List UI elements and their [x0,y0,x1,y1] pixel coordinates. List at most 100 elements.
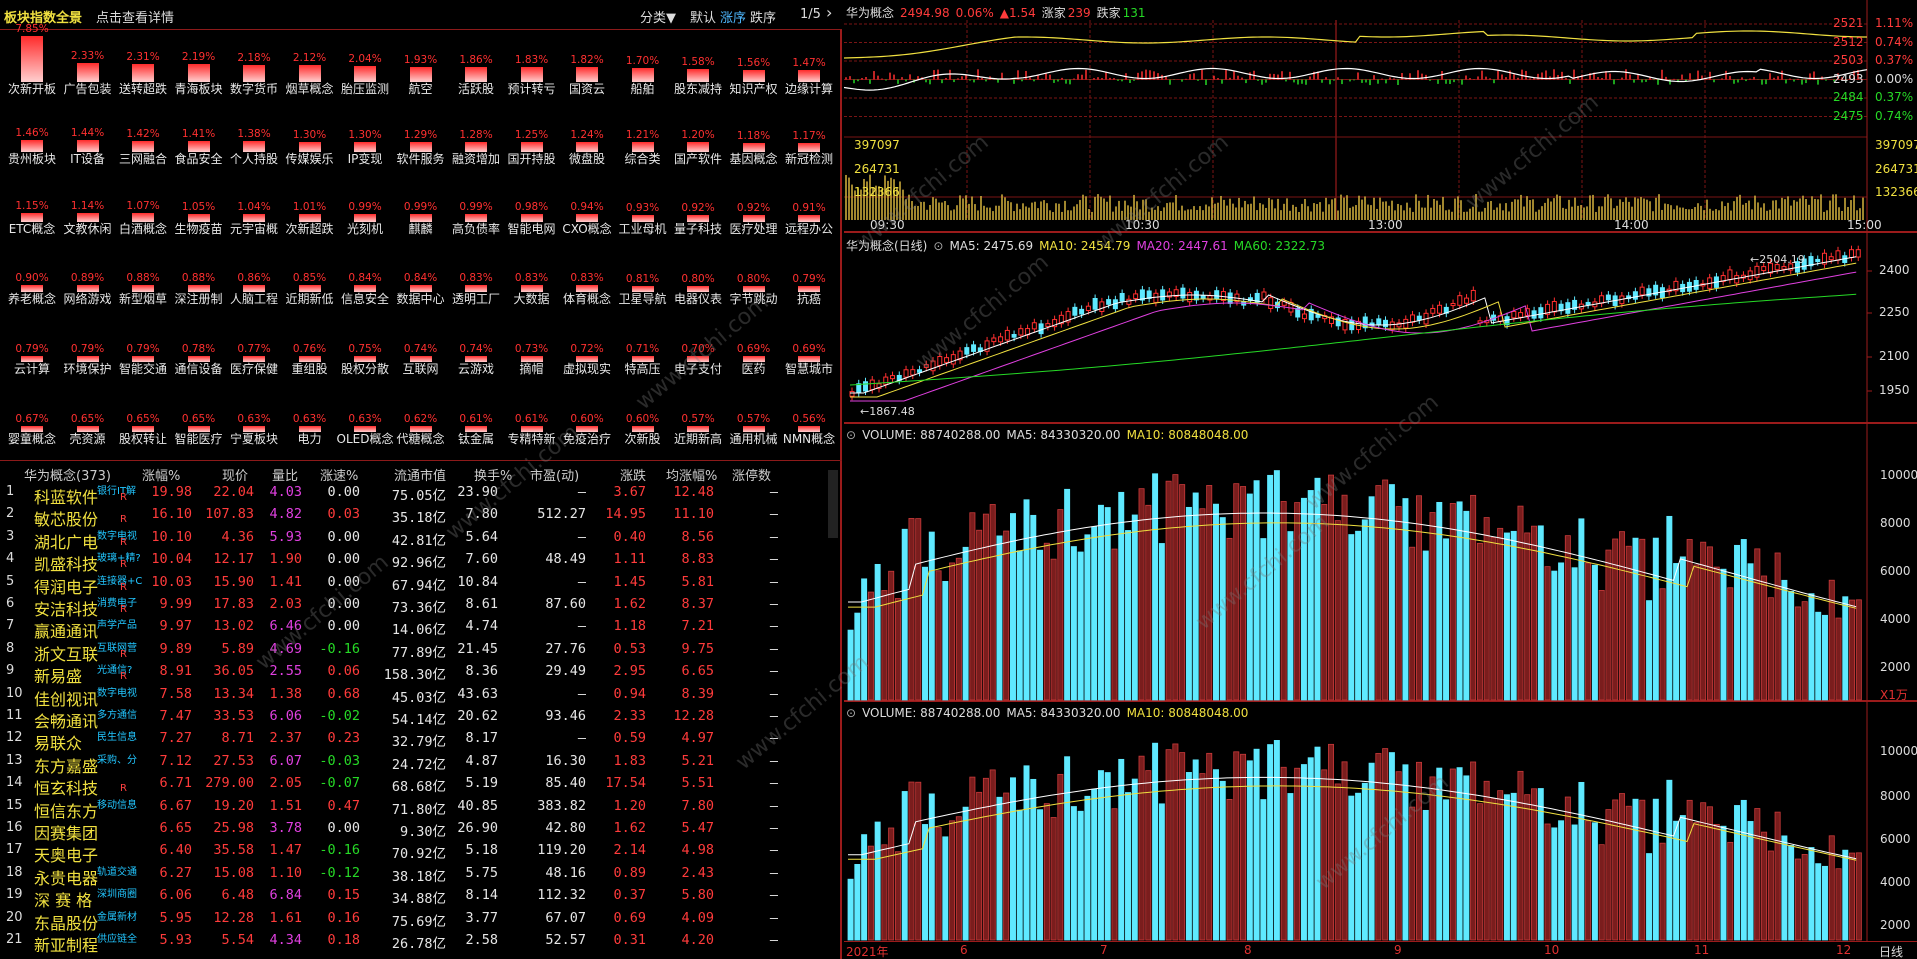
cell-limit: — [769,775,778,792]
cell-turn: 5.19 [465,775,498,792]
table-row[interactable]: 8 浙文互联 互联网营 R 9.89 5.89 4.69 -0.16 77.89亿 21.45 27… [0,639,842,664]
tile-name: 远程办公 [784,222,833,236]
table-row[interactable]: 11 会畅通讯 多方通信 7.47 33.53 6.06 -0.02 54.14亿 20.62 9… [0,706,842,731]
cell-speed: -0.12 [319,864,360,881]
tile-bar [520,285,543,292]
vol2-settings-icon[interactable]: ⊙ [846,706,856,720]
table-row[interactable]: 6 安洁科技 消费电子 R 9.99 17.83 2.03 0.00 73.36亿 8.61 87.… [0,594,842,619]
cell-diff: 0.94 [613,685,646,702]
cell-vr: 6.46 [269,618,302,635]
table-row[interactable]: 5 得润电子 连接器+C R 10.03 15.90 1.41 0.00 67.94亿 10.84… [0,572,842,597]
heatmap-tile[interactable]: 1.17% 新冠检测 [779,100,839,166]
table-row[interactable]: 14 恒玄科技 R 6.71 279.00 2.05 -0.07 68.68亿 5.19 85.4… [0,773,842,798]
row-index: 5 [6,573,15,589]
pct-tick: 0.74% [1875,108,1914,123]
kline-candle [1119,292,1125,302]
table-row[interactable]: 13 东方嘉盛 采购、分 7.12 27.53 6.07 -0.03 24.72亿 4.87 16… [0,751,842,776]
volume-bar [1179,484,1186,701]
volume-bar [1260,538,1267,701]
heatmap-tile[interactable]: 0.56% NMN概念 [779,380,839,446]
table-row[interactable]: 7 赢通通讯 声学产品 9.97 13.02 6.46 0.00 14.06亿 4.74—1.1… [0,616,842,641]
tile-pct: 0.88% [181,272,216,284]
cell-turn: 10.84 [457,573,498,590]
kline-candle [1828,256,1834,261]
sort-asc-button[interactable]: 涨序 [720,7,746,26]
volume-bar [976,529,983,701]
tile-pct: 0.94% [570,201,604,213]
tile-pct: 1.05% [181,201,216,213]
row-index: 16 [6,820,23,835]
kline-candle [1835,250,1841,261]
cell-speed: -0.03 [319,752,360,769]
table-row[interactable]: 4 凯盛科技 玻璃+精? R 10.04 12.17 1.90 0.00 92.96亿 7.60 4… [0,549,842,574]
volume-bar [1064,488,1071,701]
table-row[interactable]: 17 天奥电子 6.40 35.58 1.47 -0.16 70.92亿 5.18 119.20… [0,840,842,865]
table-row[interactable]: 15 恒信东方 移动信息 6.67 19.20 1.51 0.47 71.80亿 40.85 38… [0,796,842,821]
cell-speed: 0.68 [327,685,360,702]
volume-chart-1[interactable] [844,424,1917,702]
next-page-icon[interactable]: › [826,3,832,22]
kline-candle [1761,266,1767,272]
cell-mcap: 45.03亿 [391,689,446,706]
cell-price: 33.53 [213,708,254,724]
table-row[interactable]: 2 敏芯股份 R 16.10 107.83 4.82 0.03 35.18亿 7.80 512.2… [0,504,842,529]
cell-pe: 93.46 [545,708,586,724]
table-row[interactable]: 3 湖北广电 数字电视 R 10.10 4.36 5.93 0.00 42.81亿 5.64—0.… [0,527,842,552]
kline-candle [1227,292,1233,304]
tile-bar [687,215,709,222]
cell-vr: 4.82 [269,506,302,523]
tile-bar [76,63,99,82]
category-dropdown[interactable]: 分类▼ [640,7,676,26]
volume-bar [874,563,881,701]
volume-bar [1476,803,1483,941]
stock-tag: 金属新材 [97,911,137,923]
intraday-chart[interactable] [844,0,1917,233]
volume-bar [894,851,901,941]
tile-bar [76,140,99,152]
stock-tag: 数字电视 [97,687,137,699]
tile-bar [21,36,43,82]
table-row[interactable]: 1 科蓝软件 银行IT解 R 19.98 22.04 4.03 0.00 75.05亿 23.90… [0,482,842,507]
heatmap-tile[interactable]: 1.47% 边缘计算 [779,30,839,96]
settings-icon[interactable]: ⊙ [933,239,943,253]
kline-candle [1268,297,1274,309]
table-row[interactable]: 10 佳创视讯 数字电视 7.58 13.34 1.38 0.68 45.03亿 43.63—0… [0,684,842,709]
table-row[interactable]: 19 深 赛 格深圳商圈 6.06 6.48 6.84 0.15 34.88亿 8.14 112… [0,885,842,910]
heatmap-tile[interactable]: 0.91% 远程办公 [779,170,839,236]
tile-pct: 0.60% [625,413,660,425]
volume-chart-2[interactable] [844,702,1917,942]
cell-vr: 2.37 [269,730,302,747]
kline-candle [1045,323,1051,327]
cell-pe: 52.57 [545,932,586,948]
table-row[interactable]: 16 因赛集团 6.65 25.98 3.78 0.00 9.30亿 26.90 42.80 1.… [0,818,842,843]
table-row[interactable]: 21 新亚制程 供应链全 5.93 5.54 4.34 0.18 26.78亿 2.58 52.5… [0,930,842,955]
table-row[interactable]: 9 新易盛 光通信? R 8.91 36.05 2.55 0.06 158.30亿 8.36 29.… [0,661,842,686]
tile-pct: 0.90% [15,272,49,284]
cell-chg: 7.27 [159,730,192,747]
sort-default-button[interactable]: 默认 [690,7,716,26]
cell-mcap: 77.89亿 [391,644,446,661]
cell-turn: 8.14 [465,887,498,904]
cell-avg: 8.37 [681,596,714,612]
heatmap-tile[interactable]: 0.79% 抗癌 [779,240,839,306]
detail-link[interactable]: 点击查看详情 [96,7,174,26]
kline-candle [1815,258,1821,263]
volume-bar [1849,852,1856,941]
table-row[interactable]: 18 永贵电器 轨道交通 6.27 15.08 1.10 -0.12 38.18亿 5.75 48… [0,863,842,888]
vol1-settings-icon[interactable]: ⊙ [846,428,856,442]
heatmap-tile[interactable]: 0.69% 智慧城市 [779,310,839,376]
cell-mcap: 32.79亿 [391,734,446,751]
cell-limit: — [769,820,778,836]
volume-bar [1037,809,1044,941]
table-row[interactable]: 20 东晶股份 金属新材 5.95 12.28 1.61 0.16 75.69亿 3.77 67.… [0,908,842,933]
tile-pct: 1.28% [459,129,493,141]
cell-limit: — [769,484,778,500]
sort-desc-button[interactable]: 跌序 [750,7,776,26]
volume-bar [1456,767,1463,941]
table-row[interactable]: 12 易联众 民生信息 7.27 8.71 2.37 0.23 32.79亿 8.17—0.59… [0,728,842,753]
row-index: 6 [6,596,15,611]
volume-bar [1781,579,1788,701]
volume-bar [1118,758,1125,941]
table-scrollbar[interactable] [828,470,838,538]
tile-pct: 0.89% [70,272,105,284]
